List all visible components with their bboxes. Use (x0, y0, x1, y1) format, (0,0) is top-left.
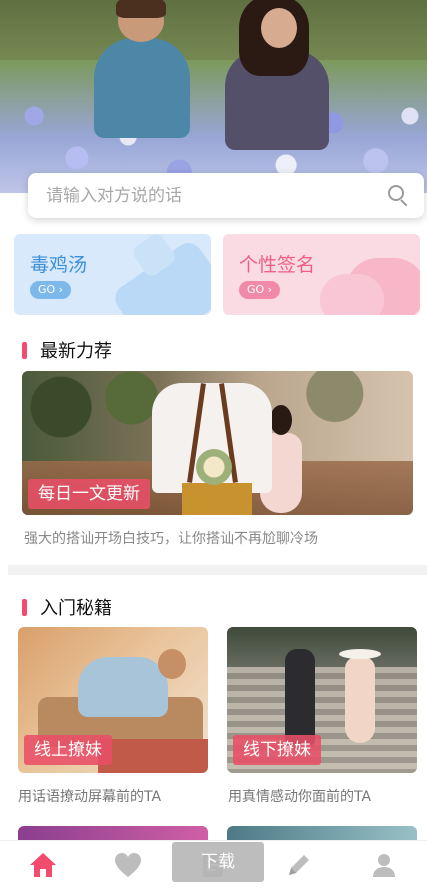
pencil-icon (288, 855, 309, 875)
search-icon[interactable] (388, 184, 410, 207)
featured-article-card[interactable]: 每日一文更新 (22, 371, 413, 515)
category-card-poison-soup[interactable]: 毒鸡汤 GO › (14, 234, 211, 315)
card-offline-flirting[interactable]: 线下撩妹 (227, 627, 417, 773)
section-accent-bar (22, 341, 27, 359)
section-title: 入门秘籍 (40, 598, 112, 619)
card-partial-next[interactable] (227, 826, 417, 840)
go-button[interactable]: GO › (30, 281, 72, 299)
section-accent-bar (22, 598, 27, 616)
search-input[interactable] (46, 185, 388, 206)
daily-update-badge: 每日一文更新 (28, 479, 150, 509)
nav-home[interactable] (23, 845, 63, 885)
search-bar (28, 173, 424, 218)
card-description[interactable]: 用真情感动你面前的TA (228, 786, 371, 806)
card-badge: 线下撩妹 (233, 735, 321, 765)
featured-description[interactable]: 强大的搭讪开场白技巧，让你搭讪不再尬聊冷场 (24, 528, 318, 548)
user-icon (373, 854, 396, 877)
category-title: 个性签名 (239, 254, 316, 276)
download-button[interactable]: 下载 (172, 842, 264, 882)
category-title: 毒鸡汤 (30, 254, 88, 276)
heart-icon (115, 853, 142, 877)
hero-banner-image (0, 0, 427, 193)
section-header-secrets: 入门秘籍 (22, 594, 112, 620)
nav-profile[interactable] (364, 845, 404, 885)
home-icon (29, 853, 56, 877)
section-divider (8, 565, 427, 575)
nav-write[interactable] (279, 845, 319, 885)
go-button[interactable]: GO › (239, 281, 281, 299)
section-title: 最新力荐 (40, 341, 112, 362)
card-partial-next[interactable] (18, 826, 208, 840)
card-description[interactable]: 用话语撩动屏幕前的TA (18, 786, 161, 806)
card-badge: 线上撩妹 (24, 735, 112, 765)
category-card-signature[interactable]: 个性签名 GO › (223, 234, 420, 315)
nav-favorites[interactable] (108, 845, 148, 885)
section-header-featured: 最新力荐 (22, 337, 112, 363)
card-online-flirting[interactable]: 线上撩妹 (18, 627, 208, 773)
